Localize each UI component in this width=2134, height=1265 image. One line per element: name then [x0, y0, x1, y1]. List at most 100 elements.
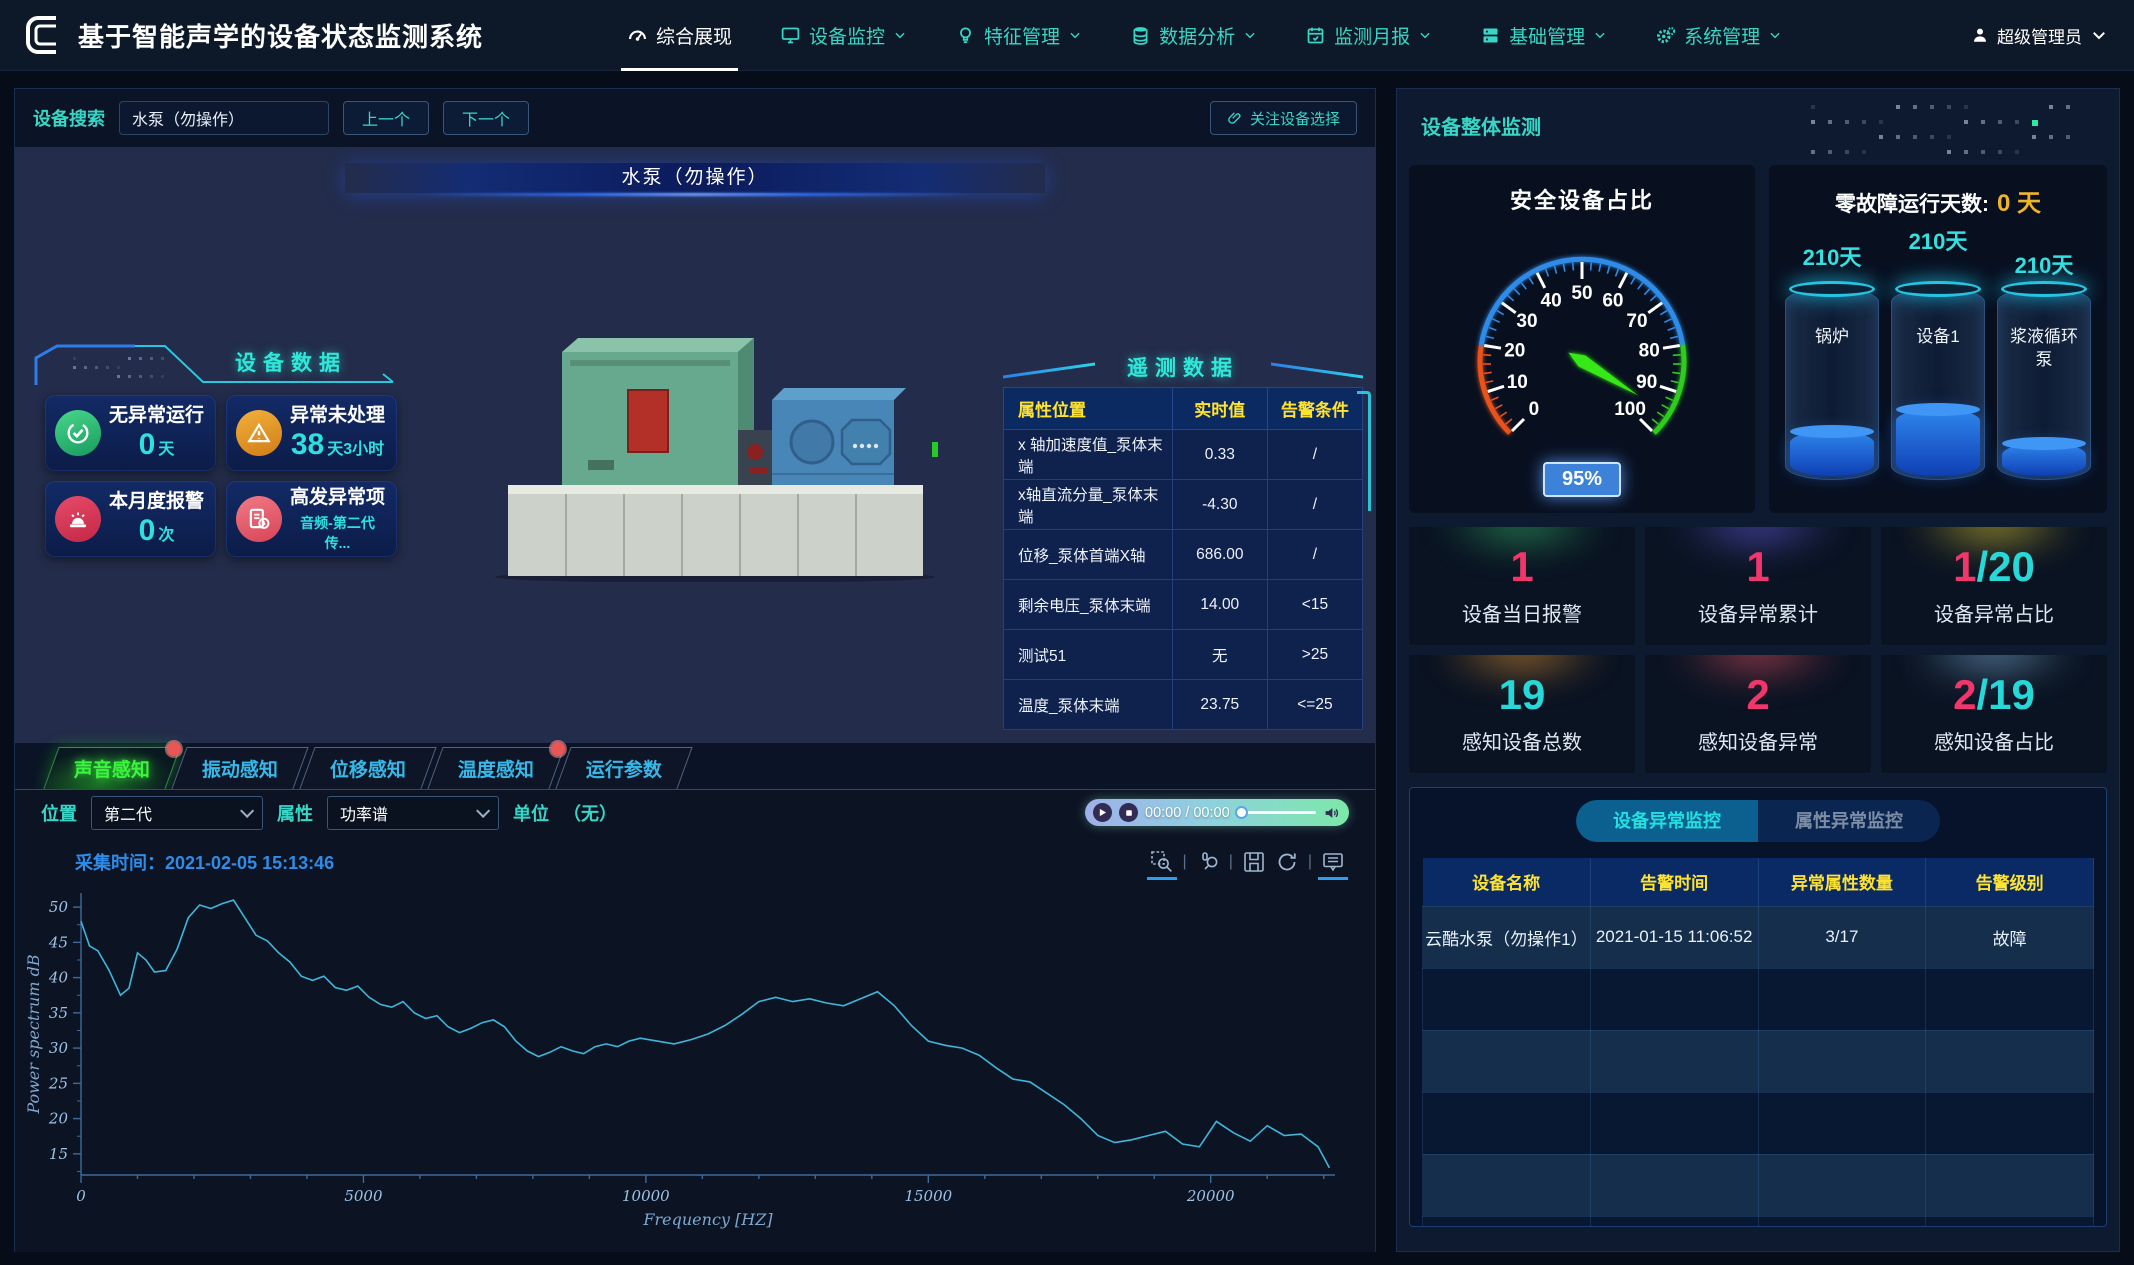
- nav-item-base-mgmt[interactable]: 基础管理: [1456, 0, 1631, 71]
- cylinder-fill: [1896, 409, 1980, 476]
- device-detail-panel: 设备搜索 上一个 下一个 关注设备选择 水泵（勿操作）: [14, 88, 1376, 1252]
- spectrum-chart-area: 采集时间：2021-02-05 15:13:46 | | |: [15, 835, 1375, 1252]
- tab-run-params[interactable]: 运行参数: [555, 747, 692, 789]
- svg-text:40: 40: [1541, 290, 1562, 311]
- alarm-siren-icon: [55, 496, 101, 542]
- column-header: 属性位置: [1004, 388, 1173, 430]
- tab-displacement-sense[interactable]: 位移感知: [299, 747, 436, 789]
- prev-device-button[interactable]: 上一个: [343, 101, 429, 135]
- chevron-down-icon: [2090, 26, 2108, 44]
- svg-text:70: 70: [1626, 311, 1647, 332]
- cylinder-boiler: 210天 锅炉: [1783, 240, 1881, 494]
- next-device-button[interactable]: 下一个: [443, 101, 529, 135]
- alert-dot-badge: [167, 742, 181, 756]
- paperclip-icon: [1227, 110, 1243, 126]
- zoom-select-icon[interactable]: [1150, 850, 1174, 874]
- seek-slider[interactable]: [1237, 811, 1316, 814]
- svg-text:35: 35: [49, 1004, 68, 1022]
- telemetry-row: 测试51无>25: [1004, 630, 1363, 680]
- nav-item-monthly-report[interactable]: 监测月报: [1281, 0, 1456, 71]
- zoom-reset-icon[interactable]: [1196, 850, 1220, 874]
- stat-sensor-ratio: 2/19 感知设备占比: [1881, 655, 2107, 773]
- nav-item-device-monitor[interactable]: 设备监控: [756, 0, 931, 71]
- column-header: 告警时间: [1590, 858, 1758, 906]
- svg-text:30: 30: [1516, 311, 1537, 332]
- corner-bracket-decoration: [1357, 391, 1371, 511]
- telemetry-row: 位移_泵体首端X轴686.00/: [1004, 530, 1363, 580]
- svg-text:50: 50: [1571, 283, 1592, 304]
- nav-item-system-mgmt[interactable]: 系统管理: [1631, 0, 1806, 71]
- save-image-icon[interactable]: [1242, 850, 1266, 874]
- app-title: 基于智能声学的设备状态监测系统: [78, 17, 483, 54]
- play-button[interactable]: [1093, 803, 1112, 822]
- stat-device-daily-alarm: 1 设备当日报警: [1409, 527, 1635, 645]
- svg-text:Power spectrum dB: Power spectrum dB: [24, 954, 43, 1114]
- svg-text:10: 10: [1507, 372, 1528, 393]
- stat-card-frequent-anomaly: 高发异常项 音频-第二代传...: [226, 481, 397, 557]
- telemetry-row: x 轴加速度值_泵体末端0.33/: [1004, 430, 1363, 480]
- capture-time: 采集时间：2021-02-05 15:13:46: [75, 849, 334, 875]
- stop-button[interactable]: [1119, 803, 1138, 822]
- viewport-device-title: 水泵（勿操作）: [345, 163, 1045, 193]
- chevron-down-icon: [1243, 28, 1257, 42]
- user-icon: [1971, 26, 1989, 44]
- cylinder-fill: [1790, 431, 1874, 476]
- follow-device-button[interactable]: 关注设备选择: [1210, 101, 1357, 135]
- stat-device-anomaly-total: 1 设备异常累计: [1645, 527, 1871, 645]
- gears-icon: [1655, 25, 1676, 46]
- tab-temperature-sense[interactable]: 温度感知: [427, 747, 564, 789]
- data-view-icon[interactable]: [1321, 850, 1345, 874]
- user-menu[interactable]: 超级管理员: [1971, 23, 2108, 48]
- tab-vibration-sense[interactable]: 振动感知: [171, 747, 308, 789]
- alarm-table: 设备名称 告警时间 异常属性数量 告警级别 云酷水泵（勿操作1）2021-01-…: [1422, 858, 2094, 1227]
- position-label: 位置: [41, 800, 77, 826]
- tab-device-alarm-monitor[interactable]: 设备异常监控: [1576, 800, 1758, 842]
- svg-text:25: 25: [48, 1074, 68, 1092]
- tab-sound-sense[interactable]: 声音感知: [43, 747, 180, 789]
- svg-text:45: 45: [48, 933, 68, 951]
- alarm-row[interactable]: 云酷水泵（勿操作1）2021-01-15 11:06:523/17故障: [1423, 906, 2094, 968]
- audio-player[interactable]: 00:00 / 00:00: [1085, 799, 1349, 826]
- svg-text:Frequency [HZ]: Frequency [HZ]: [642, 1210, 773, 1229]
- gauge-title: 安全设备占比: [1409, 183, 1755, 215]
- column-header: 实时值: [1172, 388, 1267, 430]
- svg-text:90: 90: [1636, 372, 1657, 393]
- cylinder-glow-ring: [2001, 281, 2087, 297]
- zero-fault-card: 零故障运行天数:0 天 210天 锅炉 210天 设备1 210天: [1769, 165, 2107, 513]
- stat-card-normal-run: 无异常运行 0天: [45, 395, 216, 471]
- chevron-down-icon: [1768, 28, 1782, 42]
- attribute-select[interactable]: 功率谱: [327, 796, 499, 830]
- nav-item-data-analysis[interactable]: 数据分析: [1106, 0, 1281, 71]
- bulb-icon: [955, 25, 976, 46]
- svg-text:0: 0: [1529, 399, 1540, 420]
- telemetry-row: 剩余电压_泵体末端14.00<15: [1004, 580, 1363, 630]
- telemetry-title: 遥测数据: [1003, 355, 1363, 387]
- chevron-down-icon: [1068, 28, 1082, 42]
- dashboard-icon: [627, 25, 648, 46]
- alarm-row-empty: [1423, 1092, 2094, 1154]
- cylinder-glow-ring: [1789, 281, 1875, 297]
- nav-item-overview[interactable]: 综合展现: [603, 0, 756, 71]
- tab-attribute-alarm-monitor[interactable]: 属性异常监控: [1758, 800, 1940, 842]
- position-select[interactable]: 第二代: [91, 796, 263, 830]
- device-search-input[interactable]: [119, 101, 329, 135]
- chevron-down-icon: [476, 803, 490, 817]
- monitor-icon: [780, 25, 801, 46]
- power-spectrum-chart[interactable]: 152025303540455005000100001500020000Freq…: [23, 879, 1367, 1231]
- svg-text:15: 15: [49, 1145, 68, 1163]
- zero-fault-title: 零故障运行天数:0 天: [1769, 183, 2107, 218]
- nav-item-feature-mgmt[interactable]: 特征管理: [931, 0, 1106, 71]
- stat-sensor-total: 19 感知设备总数: [1409, 655, 1635, 773]
- machine-3d-viewport[interactable]: 水泵（勿操作）: [15, 147, 1375, 743]
- stat-sensor-anomaly: 2 感知设备异常: [1645, 655, 1871, 773]
- volume-button[interactable]: [1323, 804, 1341, 822]
- slider-handle[interactable]: [1235, 806, 1248, 819]
- main-nav: 综合展现 设备监控 特征管理 数据分析 监测月报 基础管理: [603, 0, 1806, 71]
- alarm-row-empty: [1423, 1154, 2094, 1216]
- refresh-icon[interactable]: [1275, 850, 1299, 874]
- cylinder-slurry-pump: 210天 浆液循环泵: [1995, 248, 2093, 494]
- alert-dot-badge: [551, 742, 565, 756]
- telemetry-panel: 遥测数据 属性位置 实时值 告警条件 x 轴加速度值_泵体末端0.33/x轴直流…: [1003, 355, 1363, 730]
- chevron-down-icon: [240, 803, 254, 817]
- sense-tab-bar: 声音感知 振动感知 位移感知 温度感知 运行参数: [15, 743, 1375, 789]
